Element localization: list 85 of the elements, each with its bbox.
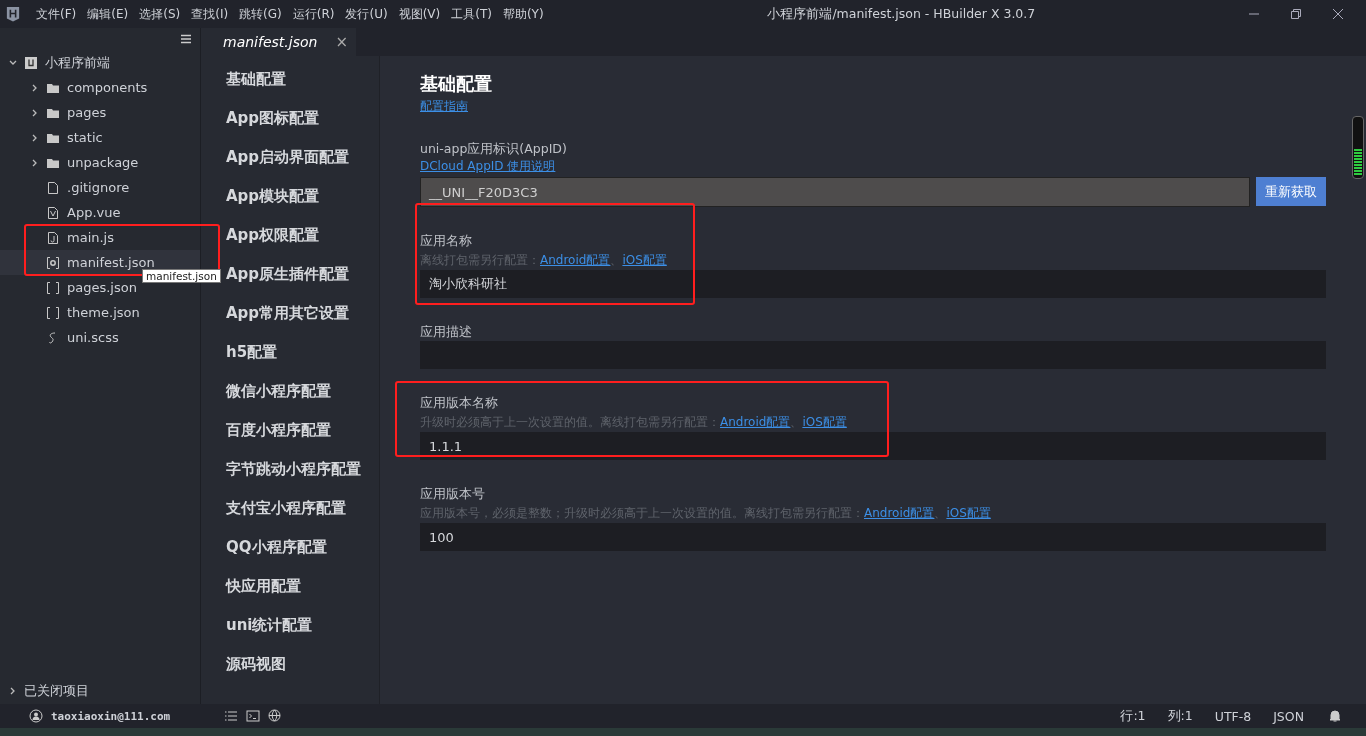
appid-field[interactable]: __UNI__F20D3C3 xyxy=(420,177,1250,207)
nav-item[interactable]: uni统计配置 xyxy=(226,616,379,655)
file-tree-item[interactable]: .gitignore xyxy=(0,175,134,200)
config-link[interactable]: iOS配置 xyxy=(946,506,991,520)
menu-item[interactable]: 查找(I) xyxy=(191,5,229,23)
section-title: 基础配置 xyxy=(420,72,493,96)
terminal-icon[interactable] xyxy=(246,709,261,723)
close-icon[interactable] xyxy=(1332,8,1344,20)
menu-item[interactable]: 文件(F) xyxy=(36,5,77,23)
field-label: 应用描述 xyxy=(420,324,473,341)
tooltip: manifest.json xyxy=(142,269,221,283)
editor-tab[interactable]: manifest.json × xyxy=(201,28,356,56)
cursor-line[interactable]: 行:1 xyxy=(1120,707,1146,725)
file-tree-item[interactable]: static xyxy=(0,125,107,150)
nav-item[interactable]: 支付宝小程序配置 xyxy=(226,499,379,538)
file-tree-item[interactable]: App.vue xyxy=(0,200,125,225)
help-link[interactable]: DCloud AppID 使用说明 xyxy=(420,159,556,173)
file-tree-item[interactable]: uni.scss xyxy=(0,325,123,350)
separator-text: 、 xyxy=(610,253,623,267)
file-tree-item[interactable]: components xyxy=(0,75,152,100)
nav-item[interactable]: 快应用配置 xyxy=(226,577,379,616)
text-field[interactable]: 100 xyxy=(420,523,1326,551)
gear-file-icon xyxy=(46,255,60,270)
config-link[interactable]: Android配置 xyxy=(720,415,791,429)
brackets-icon xyxy=(46,280,60,295)
window-title: 小程序前端/manifest.json - HBuilder X 3.0.7 xyxy=(766,5,1037,23)
list-icon[interactable] xyxy=(224,709,239,723)
project-item[interactable]: 小程序前端 xyxy=(0,50,200,75)
file-icon xyxy=(46,180,60,195)
nav-item[interactable]: 源码视图 xyxy=(226,655,379,694)
menu-item[interactable]: 选择(S) xyxy=(139,5,181,23)
menu-item[interactable]: 帮助(Y) xyxy=(502,5,544,23)
separator-text: 、 xyxy=(790,415,803,429)
menu-item[interactable]: 运行(R) xyxy=(292,5,335,23)
nav-item[interactable]: App图标配置 xyxy=(226,109,379,148)
menu-item[interactable]: 跳转(G) xyxy=(239,5,282,23)
guide-link[interactable]: 配置指南 xyxy=(420,99,468,113)
text-field[interactable]: 淘小欣科研社 xyxy=(420,270,1326,298)
menu-item[interactable]: 视图(V) xyxy=(398,5,441,23)
cursor-column[interactable]: 列:1 xyxy=(1167,707,1193,725)
brackets-icon xyxy=(46,305,60,320)
user-account[interactable]: taoxiaoxin@111.com xyxy=(51,709,171,723)
config-link[interactable]: iOS配置 xyxy=(802,415,847,429)
nav-item[interactable]: App模块配置 xyxy=(226,187,379,226)
file-tree-item[interactable]: theme.json xyxy=(0,300,144,325)
scroll-meter-icon xyxy=(1352,116,1364,179)
nav-item[interactable]: App权限配置 xyxy=(226,226,379,265)
field-label: uni-app应用标识(AppID) xyxy=(420,141,568,158)
menu-item[interactable]: 工具(T) xyxy=(451,5,492,23)
config-link[interactable]: Android配置 xyxy=(864,506,935,520)
nav-item[interactable]: QQ小程序配置 xyxy=(226,538,379,577)
nav-item[interactable]: h5配置 xyxy=(226,343,379,382)
nav-item[interactable]: App常用其它设置 xyxy=(226,304,379,343)
separator-text: 、 xyxy=(934,506,947,520)
nav-item[interactable]: App启动界面配置 xyxy=(226,148,379,187)
file-tree-item[interactable]: pages xyxy=(0,100,111,125)
nav-item[interactable]: 微信小程序配置 xyxy=(226,382,379,421)
field-label: 应用名称 xyxy=(420,233,473,250)
language-label[interactable]: JSON xyxy=(1273,708,1304,724)
field-label: 应用版本号 xyxy=(420,486,486,503)
app-logo-icon xyxy=(6,6,20,22)
closed-projects-item[interactable]: 已关闭项目 xyxy=(0,678,200,704)
refresh-button[interactable]: 重新获取 xyxy=(1256,177,1326,206)
nav-item[interactable]: 字节跳动小程序配置 xyxy=(226,460,379,499)
file-tree-item[interactable]: main.js xyxy=(0,225,118,250)
encoding-label[interactable]: UTF-8 xyxy=(1214,708,1252,724)
nav-item[interactable]: 百度小程序配置 xyxy=(226,421,379,460)
js-file-icon xyxy=(46,230,60,245)
nav-item[interactable]: 基础配置 xyxy=(226,70,379,109)
restore-icon[interactable] xyxy=(1290,8,1302,20)
bell-icon[interactable] xyxy=(1328,709,1342,723)
field-label: 应用版本名称 xyxy=(420,395,499,412)
nav-item[interactable]: App原生插件配置 xyxy=(226,265,379,304)
globe-icon[interactable] xyxy=(268,709,283,723)
config-link[interactable]: iOS配置 xyxy=(622,253,667,267)
vue-file-icon xyxy=(46,205,60,220)
close-tab-button[interactable]: × xyxy=(335,33,348,51)
menu-item[interactable]: 编辑(E) xyxy=(87,5,129,23)
project-icon xyxy=(24,55,38,70)
file-tree-item[interactable]: unpackage xyxy=(0,150,143,175)
config-link[interactable]: Android配置 xyxy=(540,253,611,267)
menu-icon[interactable] xyxy=(180,34,192,44)
menu-item[interactable]: 发行(U) xyxy=(345,5,388,23)
text-field[interactable]: 1.1.1 xyxy=(420,432,1326,460)
user-icon[interactable] xyxy=(29,709,43,723)
